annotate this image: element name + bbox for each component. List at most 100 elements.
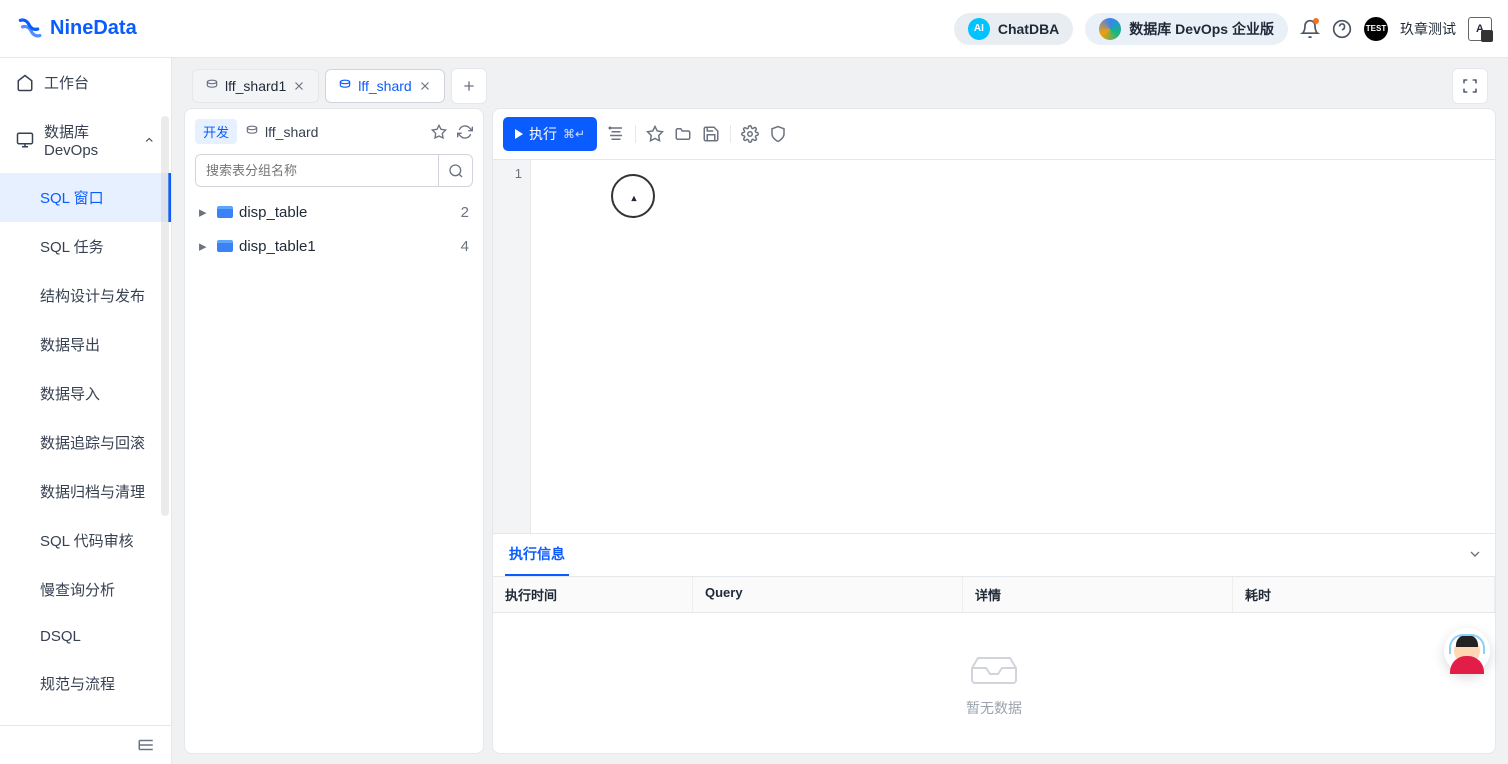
- favorite-icon[interactable]: [646, 125, 664, 143]
- table-list: ▸ disp_table 2 ▸ disp_table1 4: [195, 197, 473, 261]
- main-content: lff_shard1 lff_shard 开发: [172, 58, 1508, 764]
- sidebar-item-data-archive[interactable]: 数据归档与清理: [0, 467, 171, 516]
- chevron-down-icon: [1467, 546, 1483, 562]
- sidebar-collapse-button[interactable]: [0, 725, 171, 764]
- col-query: Query: [693, 577, 963, 612]
- code-editor[interactable]: 1 ▴: [493, 160, 1495, 533]
- result-panel: 执行信息 执行时间 Query 详情 耗时: [493, 533, 1495, 753]
- home-icon: [16, 74, 34, 92]
- headset-icon: [1449, 634, 1485, 654]
- refresh-icon[interactable]: [457, 124, 473, 140]
- close-icon[interactable]: [292, 79, 306, 93]
- sidebar-item-sql-task[interactable]: SQL 任务: [0, 222, 171, 271]
- notifications-icon[interactable]: [1300, 19, 1320, 39]
- search-button[interactable]: [438, 155, 472, 186]
- sidebar-item-code-review[interactable]: SQL 代码审核: [0, 516, 171, 565]
- table-search: [195, 154, 473, 187]
- sidebar-slow-query-label: 慢查询分析: [40, 579, 115, 600]
- table-icon: [217, 240, 233, 252]
- user-avatar[interactable]: TEST: [1364, 17, 1388, 41]
- tree-header: 开发 lff_shard: [195, 119, 473, 144]
- sidebar-item-slow-query[interactable]: 慢查询分析: [0, 565, 171, 614]
- cursor-indicator: ▴: [611, 174, 655, 218]
- close-icon[interactable]: [418, 79, 432, 93]
- tab-bar: lff_shard1 lff_shard: [184, 68, 1496, 104]
- add-tab-button[interactable]: [451, 68, 487, 104]
- environment-badge: 开发: [195, 119, 237, 144]
- sidebar-data-archive-label: 数据归档与清理: [40, 481, 145, 502]
- table-icon: [217, 206, 233, 218]
- sidebar-item-data-export[interactable]: 数据导出: [0, 320, 171, 369]
- fullscreen-button[interactable]: [1452, 68, 1488, 104]
- result-tabs: 执行信息: [493, 534, 1495, 577]
- sidebar-item-schema-design[interactable]: 结构设计与发布: [0, 271, 171, 320]
- folder-icon[interactable]: [674, 125, 692, 143]
- table-name-label: disp_table: [239, 204, 307, 221]
- table-row[interactable]: ▸ disp_table 2: [195, 197, 473, 227]
- plus-icon: [461, 78, 477, 94]
- database-icon: [338, 79, 352, 93]
- line-gutter: 1: [493, 160, 531, 533]
- empty-state: 暂无数据: [493, 613, 1495, 753]
- sidebar-item-standards[interactable]: 规范与流程: [0, 659, 171, 708]
- sidebar-workbench-label: 工作台: [44, 72, 89, 93]
- sidebar-group-data-copy[interactable]: 数据复制: [0, 708, 171, 725]
- database-name-label: lff_shard: [265, 124, 318, 140]
- sidebar-dsql-label: DSQL: [40, 628, 81, 645]
- database-icon: [205, 79, 219, 93]
- chevron-up-icon: [143, 133, 155, 147]
- tab-lff-shard1[interactable]: lff_shard1: [192, 69, 319, 103]
- schema-tree-panel: 开发 lff_shard: [184, 108, 484, 754]
- sidebar-group-devops[interactable]: 数据库 DevOps: [0, 107, 171, 173]
- result-collapse-button[interactable]: [1467, 546, 1483, 565]
- caret-right-icon: ▸: [199, 237, 211, 255]
- sidebar-item-data-import[interactable]: 数据导入: [0, 369, 171, 418]
- language-switch-icon[interactable]: A: [1468, 17, 1492, 41]
- collapse-sidebar-icon: [137, 736, 155, 754]
- table-count: 2: [461, 204, 469, 221]
- format-icon[interactable]: [607, 125, 625, 143]
- save-icon[interactable]: [702, 125, 720, 143]
- ninedata-logo-icon: [16, 16, 42, 42]
- cursor-arrow-icon: ▴: [630, 190, 638, 206]
- sidebar-item-sql-window[interactable]: SQL 窗口: [0, 173, 171, 222]
- sidebar-devops-label: 数据库 DevOps: [44, 121, 133, 159]
- tab-label: lff_shard: [358, 78, 411, 94]
- globe-icon: [1099, 18, 1121, 40]
- sidebar-code-review-label: SQL 代码审核: [40, 530, 134, 551]
- devops-edition-button[interactable]: 数据库 DevOps 企业版: [1085, 13, 1288, 45]
- database-icon: [245, 125, 259, 139]
- code-textarea[interactable]: ▴: [531, 160, 1495, 533]
- sidebar-standards-label: 规范与流程: [40, 673, 115, 694]
- tab-lff-shard[interactable]: lff_shard: [325, 69, 444, 103]
- result-tab-execution-info[interactable]: 执行信息: [505, 534, 569, 576]
- current-database[interactable]: lff_shard: [245, 124, 318, 140]
- sidebar-item-workbench[interactable]: 工作台: [0, 58, 171, 107]
- chatdba-label: ChatDBA: [998, 21, 1059, 37]
- shield-icon[interactable]: [769, 125, 787, 143]
- line-number: 1: [501, 166, 522, 181]
- user-name-label[interactable]: 玖章测试: [1400, 19, 1456, 39]
- execute-label: 执行: [529, 124, 557, 144]
- table-row[interactable]: ▸ disp_table1 4: [195, 231, 473, 261]
- execute-button[interactable]: 执行 ⌘↵: [503, 117, 597, 151]
- result-header-row: 执行时间 Query 详情 耗时: [493, 577, 1495, 613]
- sidebar-item-dsql[interactable]: DSQL: [0, 614, 171, 659]
- empty-text: 暂无数据: [966, 698, 1022, 718]
- star-icon[interactable]: [431, 124, 447, 140]
- brand-logo[interactable]: NineData: [16, 16, 137, 42]
- search-input[interactable]: [196, 155, 438, 186]
- chatdba-button[interactable]: AI ChatDBA: [954, 13, 1073, 45]
- search-icon: [448, 163, 464, 179]
- help-icon[interactable]: [1332, 19, 1352, 39]
- support-float-button[interactable]: [1444, 628, 1490, 674]
- monitor-icon: [16, 131, 34, 149]
- col-cost: 耗时: [1233, 577, 1495, 612]
- chatdba-icon: AI: [968, 18, 990, 40]
- separator: [730, 125, 731, 143]
- sidebar-data-import-label: 数据导入: [40, 383, 100, 404]
- settings-icon[interactable]: [741, 125, 759, 143]
- scrollbar[interactable]: [161, 116, 169, 516]
- sidebar-item-data-track[interactable]: 数据追踪与回滚: [0, 418, 171, 467]
- devops-edition-label: 数据库 DevOps 企业版: [1129, 19, 1274, 39]
